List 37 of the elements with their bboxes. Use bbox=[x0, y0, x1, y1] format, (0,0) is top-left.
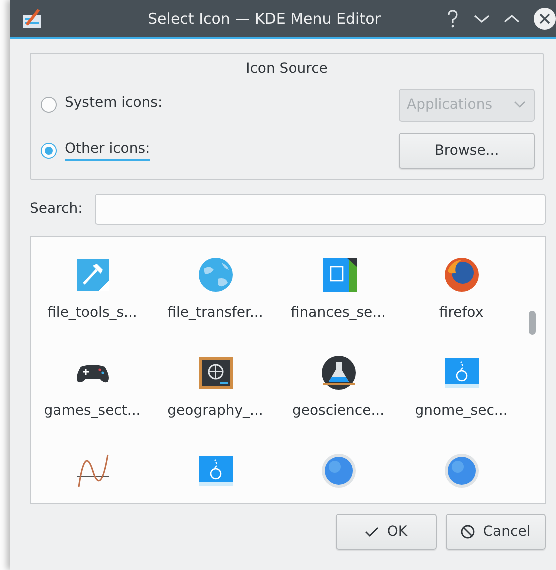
close-icon[interactable] bbox=[534, 8, 556, 30]
menu-editor-icon bbox=[21, 8, 43, 28]
minimize-icon[interactable] bbox=[474, 14, 490, 24]
browse-button[interactable]: Browse... bbox=[399, 133, 535, 169]
document-icon[interactable] bbox=[320, 257, 356, 293]
cancel-icon bbox=[461, 525, 476, 539]
window-title: Select Icon — KDE Menu Editor bbox=[147, 10, 382, 28]
icon-label[interactable]: file_transfer... bbox=[168, 305, 264, 321]
icon-label[interactable]: gnome_sec... bbox=[415, 403, 508, 419]
fox-globe-icon[interactable] bbox=[444, 257, 480, 293]
radio-button[interactable] bbox=[41, 143, 57, 159]
group-title: Icon Source bbox=[245, 61, 329, 79]
radio-label[interactable]: Other icons: bbox=[65, 141, 150, 161]
sphere-icon[interactable] bbox=[320, 453, 356, 489]
icon-label[interactable]: games_sect... bbox=[44, 403, 141, 419]
sine-wave-icon[interactable] bbox=[74, 453, 110, 489]
scrollbar-thumb[interactable] bbox=[529, 311, 536, 335]
radio-label[interactable]: System icons: bbox=[65, 95, 163, 115]
checkmark-icon bbox=[365, 526, 380, 538]
icon-label[interactable]: file_tools_s... bbox=[48, 305, 138, 321]
sphere-icon[interactable] bbox=[444, 453, 480, 489]
maximize-icon[interactable] bbox=[504, 14, 520, 24]
ok-button[interactable]: OK bbox=[336, 514, 437, 550]
chalkboard-icon[interactable] bbox=[198, 355, 234, 391]
screen-icon[interactable] bbox=[444, 355, 480, 391]
icon-label[interactable]: geoscience... bbox=[292, 403, 385, 419]
icon-label[interactable]: finances_se... bbox=[290, 305, 386, 321]
help-icon[interactable] bbox=[446, 8, 460, 28]
search-label: Search: bbox=[30, 201, 84, 217]
icon-label[interactable]: geography_... bbox=[168, 403, 264, 419]
search-field[interactable] bbox=[95, 194, 546, 224]
screen-icon[interactable] bbox=[198, 453, 234, 489]
chevron-down-icon bbox=[514, 101, 526, 109]
radio-button[interactable] bbox=[41, 97, 57, 113]
flask-icon[interactable] bbox=[320, 355, 356, 391]
icon-label[interactable]: firefox bbox=[439, 305, 484, 321]
cancel-button[interactable]: Cancel bbox=[446, 514, 546, 550]
